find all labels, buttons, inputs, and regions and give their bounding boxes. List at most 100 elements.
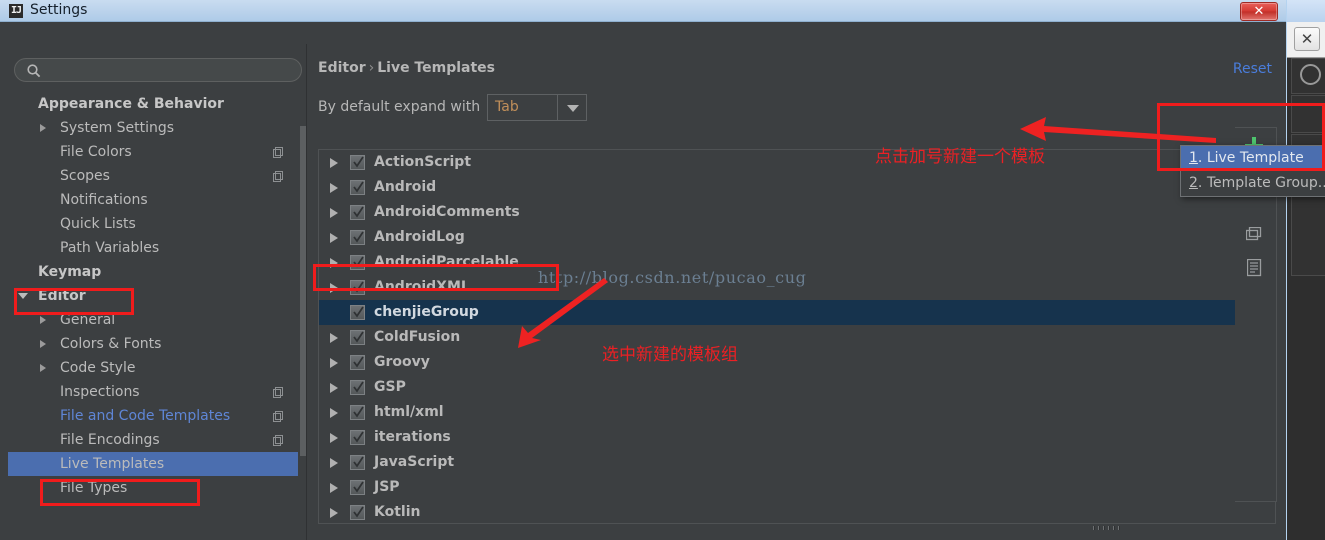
sidebar-item-path-variables[interactable]: Path Variables [8,236,298,260]
sidebar-item-quick-lists[interactable]: Quick Lists [8,212,298,236]
template-group-checkbox[interactable] [350,255,365,270]
search-icon [26,63,42,79]
template-group-row[interactable]: JavaScript [319,450,1275,475]
template-group-row[interactable]: Android [319,175,1275,200]
chevron-right-icon[interactable] [330,433,338,443]
template-group-checkbox[interactable] [350,230,365,245]
copy-template-button[interactable] [1237,220,1273,252]
template-group-row[interactable]: GSP [319,375,1275,400]
panel-splitter[interactable] [318,525,1276,531]
chevron-right-icon[interactable] [330,158,338,168]
expand-with-select[interactable]: Tab [487,94,587,121]
reset-link[interactable]: Reset [1233,61,1272,77]
copy-icon [273,410,284,422]
template-group-row[interactable]: AndroidComments [319,200,1275,225]
sidebar-item-editor[interactable]: Editor [8,284,298,308]
splitter-grip[interactable] [1093,525,1123,531]
menu-item-label: . Template Group... [1197,175,1325,191]
sidebar-item-file-and-code-templates[interactable]: File and Code Templates [8,404,298,428]
sidebar-item-live-templates[interactable]: Live Templates [8,452,298,476]
chevron-right-icon[interactable] [330,383,338,393]
menu-item-template-group[interactable]: 2. Template Group... [1181,171,1325,196]
template-group-row[interactable]: JSP [319,475,1275,500]
chevron-down-icon[interactable] [18,293,28,303]
search-input[interactable] [14,58,302,82]
sidebar-item-system-settings[interactable]: System Settings [8,116,298,140]
template-group-checkbox[interactable] [350,280,365,295]
template-group-row[interactable]: html/xml [319,400,1275,425]
sidebar-item-file-types[interactable]: File Types [8,476,298,500]
copy-icon [273,434,284,446]
template-group-checkbox[interactable] [350,455,365,470]
sidebar-item-appearance-behavior[interactable]: Appearance & Behavior [8,92,298,116]
template-group-row[interactable]: ActionScript [319,150,1275,175]
template-group-row[interactable]: iterations [319,425,1275,450]
sidebar-item-colors-fonts[interactable]: Colors & Fonts [8,332,298,356]
window-titlebar[interactable]: IJ Settings ✕ [0,0,1286,22]
sidebar-item-file-encodings[interactable]: File Encodings [8,428,298,452]
chevron-right-icon[interactable] [330,183,338,193]
template-group-row[interactable]: AndroidLog [319,225,1275,250]
template-group-checkbox[interactable] [350,205,365,220]
template-group-checkbox[interactable] [350,430,365,445]
template-group-label: html/xml [374,404,444,420]
add-template-popup-menu[interactable]: 1. Live Template 2. Template Group... [1180,145,1325,197]
chevron-down-icon [567,105,579,112]
template-group-checkbox[interactable] [350,180,365,195]
template-group-row[interactable]: Kotlin [319,500,1275,523]
background-window-close-button[interactable]: ✕ [1294,27,1320,51]
sidebar-item-file-colors[interactable]: File Colors [8,140,298,164]
template-group-checkbox[interactable] [350,505,365,520]
template-group-checkbox[interactable] [350,305,365,320]
close-window-button[interactable]: ✕ [1240,2,1278,21]
chevron-right-icon[interactable] [40,340,46,348]
template-group-label: AndroidComments [374,204,520,220]
template-group-checkbox[interactable] [350,330,365,345]
template-group-row[interactable]: ColdFusion [319,325,1275,350]
sidebar-item-general[interactable]: General [8,308,298,332]
background-window-titlebar[interactable] [1286,0,1325,22]
sidebar-item-label: Editor [38,288,86,304]
sidebar-item-code-style[interactable]: Code Style [8,356,298,380]
template-group-row[interactable]: Groovy [319,350,1275,375]
chevron-right-icon[interactable] [330,233,338,243]
chevron-right-icon[interactable] [40,364,46,372]
expand-with-dropdown-button[interactable] [557,95,586,120]
template-group-label: AndroidLog [374,229,465,245]
sidebar-item-label: Code Style [60,360,136,376]
expand-with-value: Tab [495,99,519,115]
chevron-right-icon[interactable] [330,408,338,418]
sidebar-item-scopes[interactable]: Scopes [8,164,298,188]
chevron-right-icon[interactable] [330,208,338,218]
sidebar-item-notifications[interactable]: Notifications [8,188,298,212]
template-group-label: GSP [374,379,406,395]
template-group-checkbox[interactable] [350,480,365,495]
template-group-checkbox[interactable] [350,155,365,170]
annotation-text-select-group: 选中新建的模板组 [602,345,738,365]
template-group-checkbox[interactable] [350,380,365,395]
live-templates-list[interactable]: ActionScript Android AndroidComments Androi… [318,149,1276,524]
sidebar-item-keymap[interactable]: Keymap [8,260,298,284]
template-group-checkbox[interactable] [350,355,365,370]
annotation-arrow-to-group [518,278,608,348]
duplicate-template-button[interactable] [1237,252,1273,284]
chevron-right-icon[interactable] [330,458,338,468]
breadcrumb-parent[interactable]: Editor [318,60,366,76]
sidebar-item-label: File and Code Templates [60,408,231,424]
search-input-value[interactable] [47,61,297,81]
copy-icon [273,386,284,398]
menu-item-live-template[interactable]: 1. Live Template [1181,146,1325,171]
template-group-checkbox[interactable] [350,405,365,420]
chevron-right-icon[interactable] [330,283,338,293]
chevron-right-icon[interactable] [330,358,338,368]
chevron-right-icon[interactable] [330,508,338,518]
sidebar-item-label: General [60,312,116,328]
chevron-right-icon[interactable] [330,483,338,493]
chevron-right-icon[interactable] [40,124,46,132]
chevron-right-icon[interactable] [40,316,46,324]
template-group-row[interactable]: chenjieGroup [319,300,1275,325]
sidebar-item-inspections[interactable]: Inspections [8,380,298,404]
chevron-right-icon[interactable] [330,333,338,343]
annotation-arrow-to-plus [1020,117,1216,143]
chevron-right-icon[interactable] [330,258,338,268]
